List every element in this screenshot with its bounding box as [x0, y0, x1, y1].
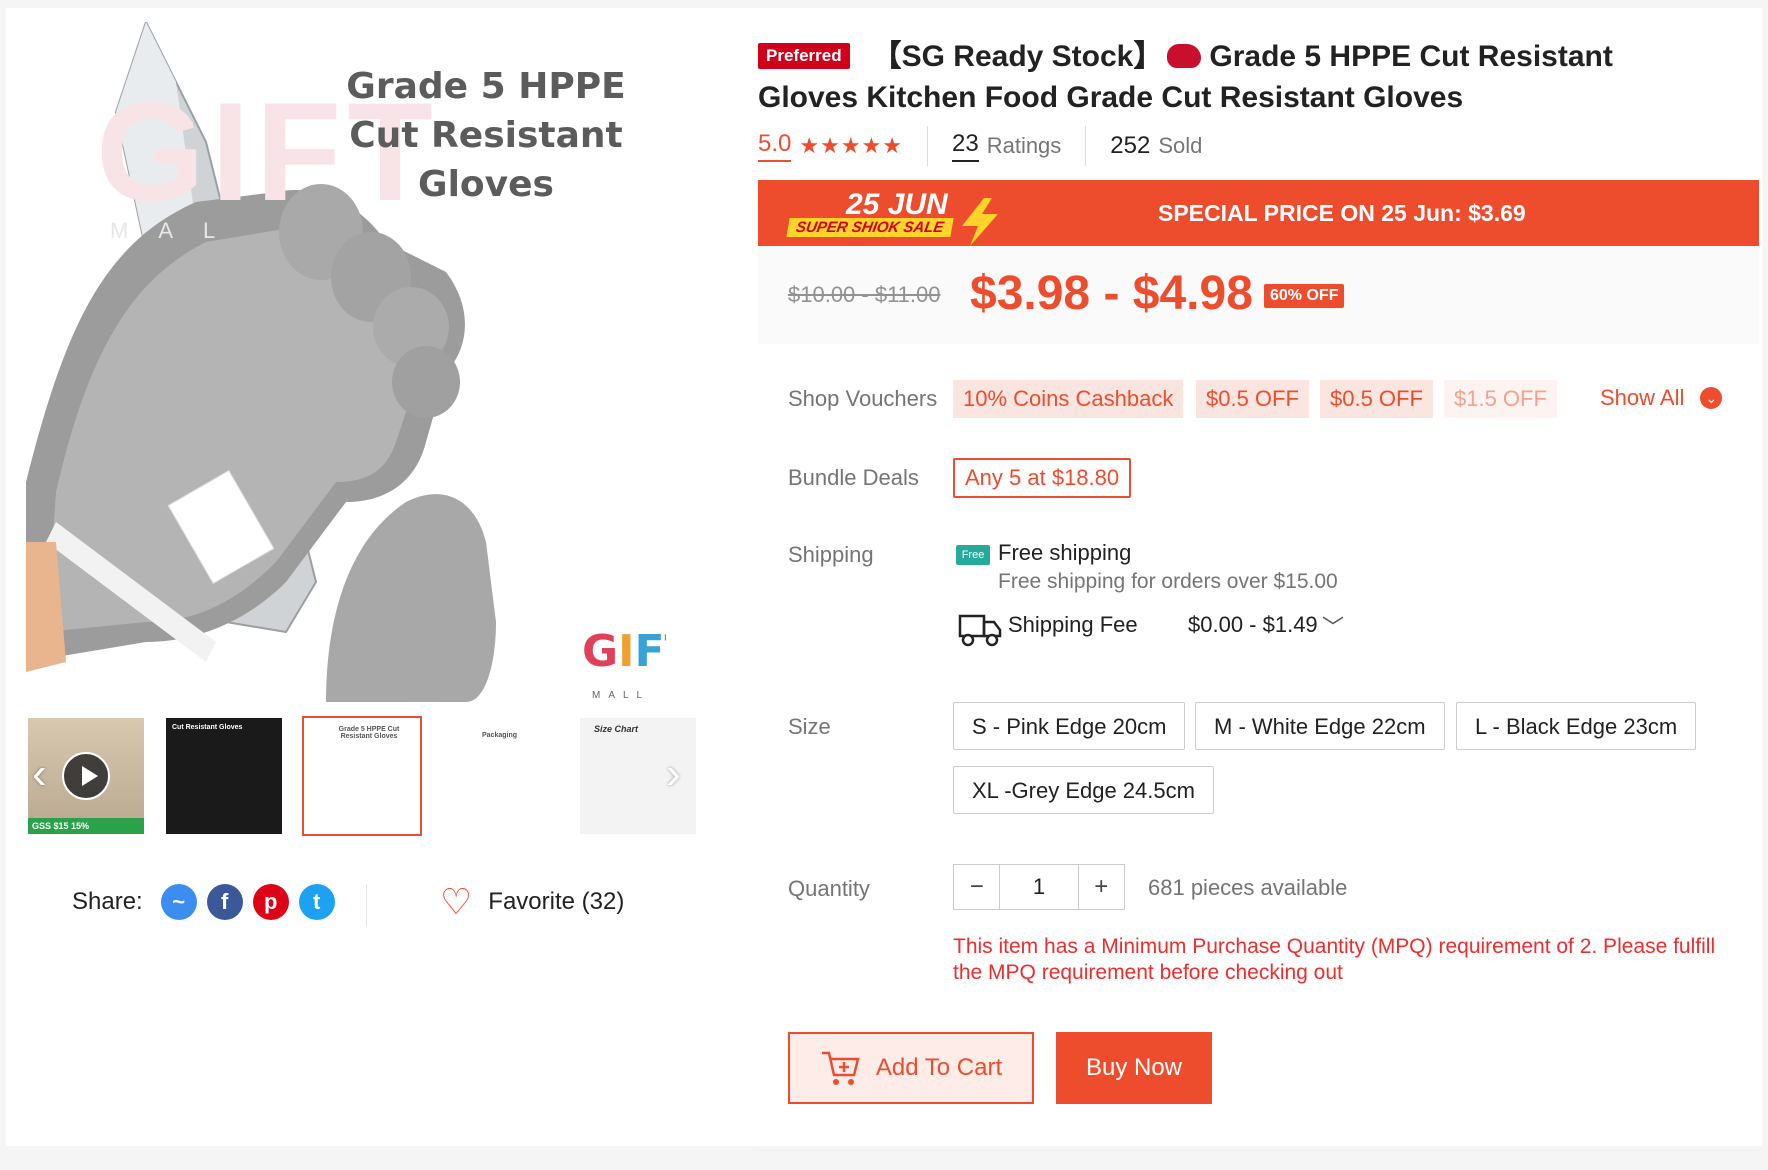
chevron-down-icon: ⌄: [1700, 387, 1723, 409]
shipping-fee-label: Shipping Fee: [1008, 612, 1138, 637]
voucher-item[interactable]: $0.5 OFF: [1196, 380, 1309, 418]
thumbnail-caption: Cut Resistant Gloves: [172, 724, 243, 731]
thumbnail-image[interactable]: Packaging: [440, 716, 560, 836]
mpq-notice: This item has a Minimum Purchase Quantit…: [953, 935, 1716, 984]
shipping-label: Shipping: [788, 542, 874, 567]
heart-icon[interactable]: ♡: [440, 884, 472, 920]
share-label: Share:: [72, 888, 143, 915]
flash-sale-text: SPECIAL PRICE ON 25 Jun: $3.69: [1158, 200, 1526, 226]
size-option[interactable]: L - Black Edge 23cm: [1456, 702, 1697, 750]
thumbnail-next-arrow[interactable]: ›: [666, 752, 681, 796]
star-rating-icon: ★★★★★: [799, 133, 903, 158]
chevron-down-icon[interactable]: ﹀: [1322, 610, 1344, 642]
thumbnail-caption: Size Chart: [594, 724, 639, 734]
gift-mall-logo: GIFT: [582, 626, 666, 677]
bundle-deal-tag[interactable]: Any 5 at $18.80: [953, 458, 1132, 498]
add-to-cart-button[interactable]: Add To Cart: [788, 1032, 1034, 1104]
divider: [758, 1150, 1759, 1151]
show-all-label: Show All: [1600, 385, 1685, 410]
ratings-label: Ratings: [986, 133, 1062, 158]
gift-watermark-sub: MAL: [110, 218, 246, 243]
image-title: Grade 5 HPPE Cut Resistant Gloves: [326, 62, 646, 209]
original-price: $10.00 - $11.00: [788, 282, 941, 307]
product-stats: 5.0 ★★★★★ 23 Ratings 252 Sold: [758, 126, 1202, 166]
flash-sale-tag: SUPER SHIOK SALE: [786, 218, 954, 237]
thumbnail-strip: GSS $15 15% Cut Resistant Gloves Grade 5…: [26, 716, 706, 840]
size-option[interactable]: XL -Grey Edge 24.5cm: [953, 766, 1214, 814]
vouchers-label: Shop Vouchers: [788, 386, 938, 411]
quantity-stepper: − 1 +: [953, 864, 1125, 910]
lightning-bolt-icon: [962, 198, 998, 246]
voucher-item[interactable]: $1.5 OFF: [1444, 380, 1557, 418]
twitter-icon[interactable]: t: [298, 884, 335, 920]
favorite-label: Favorite (32): [488, 888, 625, 915]
image-title-line: Grade 5 HPPE: [346, 66, 626, 107]
truck-icon: [958, 614, 1002, 647]
thumbnail-image[interactable]: Cut Resistant Gloves: [164, 716, 284, 836]
image-title-line: Cut Resistant: [349, 115, 623, 156]
image-title-line: Gloves: [418, 164, 554, 205]
free-shipping-title: Free shipping: [998, 540, 1132, 565]
quantity-label: Quantity: [788, 876, 870, 901]
share-divider: [366, 884, 367, 926]
ratings-count[interactable]: 23: [952, 130, 979, 162]
favorite-button[interactable]: ♡ Favorite (32): [440, 880, 624, 924]
show-all-vouchers[interactable]: Show All ⌄: [1600, 385, 1723, 411]
flash-sale-date: 25 JUN: [846, 188, 948, 221]
thumbnail-prev-arrow[interactable]: ‹: [32, 752, 47, 796]
thumbnail-caption: Grade 5 HPPE Cut Resistant Gloves: [338, 726, 400, 740]
size-option[interactable]: M - White Edge 22cm: [1195, 702, 1445, 750]
product-title: Preferred 【SG Ready Stock】 Grade 5 HPPE Cu…: [758, 36, 1718, 118]
quantity-input[interactable]: 1: [999, 865, 1079, 909]
size-label: Size: [788, 714, 831, 739]
add-to-cart-label: Add To Cart: [875, 1054, 1003, 1081]
quantity-increase-button[interactable]: +: [1079, 865, 1124, 909]
stat-divider: [927, 126, 928, 166]
free-shipping-icon: Free: [956, 545, 990, 565]
sold-label: Sold: [1158, 133, 1203, 158]
voucher-item[interactable]: $0.5 OFF: [1320, 380, 1433, 418]
size-option[interactable]: S - Pink Edge 20cm: [953, 702, 1186, 750]
shipping-fee-value[interactable]: $0.00 - $1.49: [1188, 612, 1318, 638]
price-box: $10.00 - $11.00 $3.98 - $4.98 60% OFF: [758, 246, 1759, 344]
quantity-decrease-button[interactable]: −: [954, 865, 999, 909]
pinterest-icon[interactable]: p: [252, 884, 289, 920]
rating-value[interactable]: 5.0: [758, 130, 792, 162]
stat-divider: [1085, 126, 1087, 166]
facebook-icon[interactable]: f: [206, 884, 243, 920]
thumbnail-promo-strip: GSS $15 15%: [28, 818, 144, 834]
add-cart-icon: [821, 1051, 860, 1085]
free-shipping-subtitle: Free shipping for orders over $15.00: [998, 570, 1338, 593]
current-price: $3.98 - $4.98: [970, 267, 1253, 320]
main-product-image[interactable]: GIFT MAL Grade 5 HPPE Cut Resistant Glov…: [26, 22, 666, 702]
boxing-glove-icon: [1167, 44, 1202, 68]
share-row: Share: ~ f p t: [72, 880, 335, 924]
thumbnail-caption: Packaging: [482, 732, 518, 739]
gift-mall-logo-sub: MALL SG: [592, 690, 650, 702]
discount-badge: 60% OFF: [1264, 284, 1345, 308]
messenger-icon[interactable]: ~: [160, 884, 197, 920]
preferred-badge: Preferred: [758, 43, 850, 69]
product-title-part1: 【SG Ready Stock】: [871, 40, 1164, 73]
sold-count: 252: [1110, 132, 1151, 159]
bundle-deals-label: Bundle Deals: [788, 465, 919, 490]
thumbnail-image-selected[interactable]: Grade 5 HPPE Cut Resistant Gloves: [302, 716, 422, 836]
voucher-item[interactable]: 10% Coins Cashback: [953, 380, 1184, 418]
pieces-available: 681 pieces available: [1148, 875, 1348, 900]
buy-now-button[interactable]: Buy Now: [1056, 1032, 1212, 1104]
play-icon[interactable]: [62, 752, 110, 800]
